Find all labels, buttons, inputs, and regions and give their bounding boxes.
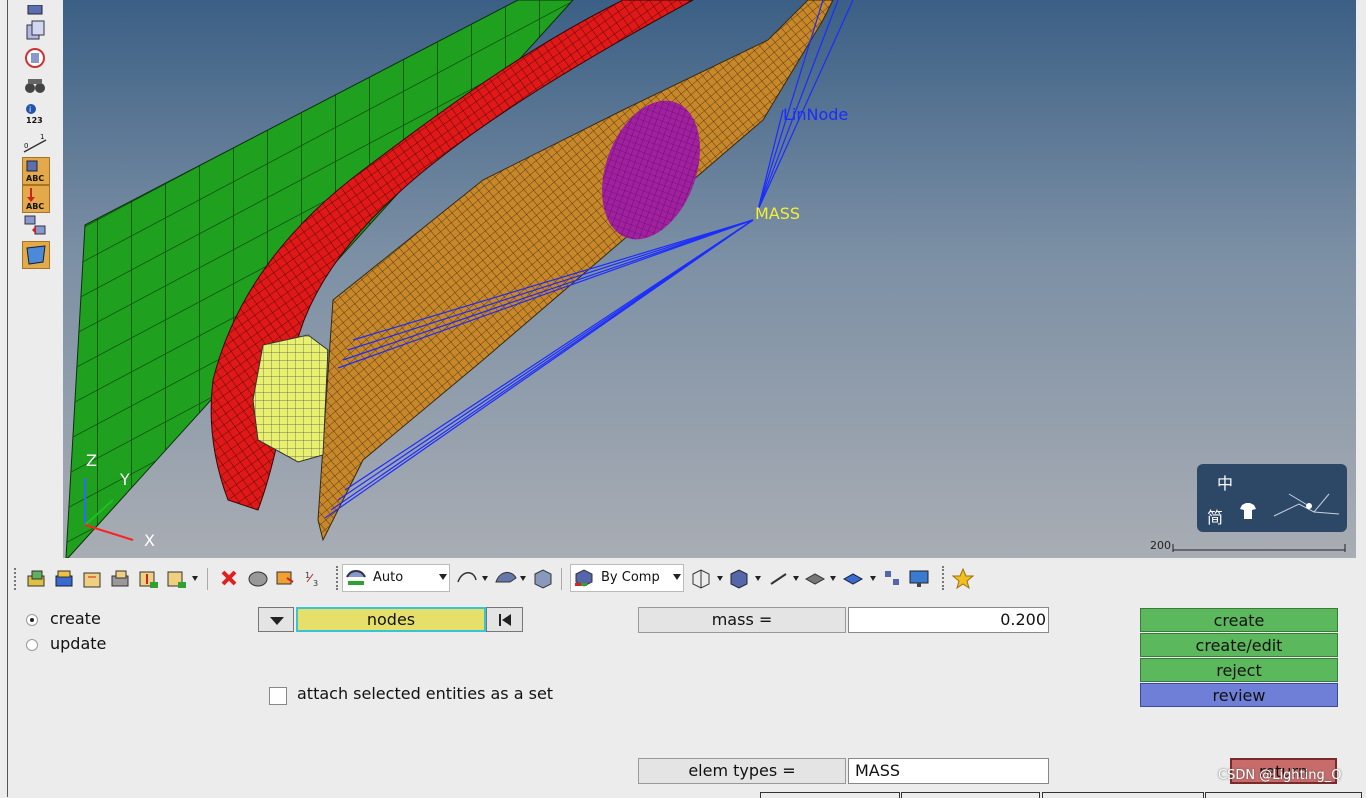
chevron-down-icon <box>673 574 681 580</box>
yellow-block <box>252 334 329 463</box>
set-icon[interactable] <box>166 568 186 588</box>
reverse-icon[interactable] <box>22 46 48 70</box>
line-dropdown-arrow[interactable] <box>793 576 799 581</box>
properties-icon[interactable] <box>110 568 130 588</box>
color-mode-value: By Comp <box>601 570 660 585</box>
bottom-tab-4[interactable] <box>1205 792 1362 798</box>
attach-set-checkbox[interactable] <box>269 687 287 705</box>
update-radio-label[interactable]: update <box>50 634 106 653</box>
reset-selection-button[interactable] <box>486 607 523 632</box>
plane-dropdown-arrow[interactable] <box>830 576 836 581</box>
elem-types-label[interactable]: elem types = <box>638 758 846 784</box>
mass-label: MASS <box>755 204 801 223</box>
create-radio-label[interactable]: create <box>50 609 101 628</box>
visualization-mode-select[interactable]: Auto <box>342 564 450 592</box>
flip-icon[interactable] <box>22 214 48 238</box>
mass-label[interactable]: mass = <box>638 607 846 633</box>
axis-x-label: X <box>144 531 155 550</box>
color-mode-select[interactable]: By Comp <box>570 564 684 592</box>
solid-display-icon[interactable] <box>532 568 552 589</box>
binoculars-icon[interactable] <box>22 74 48 98</box>
favorite-star-icon[interactable] <box>951 567 975 590</box>
wireframe-dropdown-arrow[interactable] <box>717 576 723 581</box>
toolbar-grip-2[interactable] <box>336 566 341 590</box>
element-display-icon[interactable] <box>882 568 902 588</box>
geometry-display-icon[interactable] <box>456 568 477 588</box>
scale-icon[interactable]: 01 <box>22 132 48 156</box>
bottom-tab-1[interactable] <box>760 792 900 798</box>
components-icon[interactable] <box>26 568 46 588</box>
geometry-dropdown-arrow[interactable] <box>482 576 488 581</box>
toolbar-separator-2 <box>561 568 562 590</box>
entity-type-dropdown[interactable] <box>258 607 294 632</box>
watermark-text: CSDN @Lighting_Q <box>1218 768 1342 783</box>
model-scene <box>65 0 1346 558</box>
toolbar-grip[interactable] <box>14 568 19 590</box>
svg-text:ABC: ABC <box>26 174 44 183</box>
mask-icon[interactable] <box>247 568 268 588</box>
linnode-label: LinNode <box>783 105 849 124</box>
svg-text:0: 0 <box>24 142 28 150</box>
set-dropdown-arrow[interactable] <box>192 576 198 581</box>
nodes-selector[interactable]: nodes <box>296 607 486 632</box>
shell-dropdown-arrow[interactable] <box>870 576 876 581</box>
main-toolbar: 13 Auto By Comp <box>8 560 1366 594</box>
load-collector-icon[interactable] <box>82 568 102 588</box>
svg-text:3: 3 <box>313 579 318 588</box>
reset-selection-icon <box>499 614 511 626</box>
surface-display-icon[interactable] <box>494 568 517 588</box>
triangle-down-icon <box>270 617 284 625</box>
mass-input[interactable]: 0.200 <box>848 607 1049 633</box>
svg-text:i: i <box>29 105 31 114</box>
shaded-mesh-icon[interactable] <box>728 568 748 589</box>
toolbar-separator <box>207 568 208 590</box>
update-radio[interactable] <box>26 639 38 651</box>
graphics-viewport[interactable]: LinNode MASS Z Y X 200 中 简 <box>63 0 1356 558</box>
left-toolbar: i 123 01 ABC ABC <box>0 0 63 797</box>
chevron-down-icon <box>439 574 447 580</box>
mesh-view-icon[interactable] <box>22 0 48 15</box>
find-attached-icon[interactable] <box>275 568 295 588</box>
ime-chinese-char[interactable]: 中 <box>1217 470 1233 494</box>
info-number-label: 123 <box>26 116 43 125</box>
ime-skin-art-icon <box>1269 484 1344 524</box>
plane-display-icon[interactable] <box>804 568 826 588</box>
toolbar-grip-3[interactable] <box>942 566 947 590</box>
monitor-icon[interactable] <box>908 568 929 588</box>
create-edit-button[interactable]: create/edit <box>1140 633 1338 657</box>
review-button[interactable]: review <box>1140 683 1338 707</box>
abc-down-icon[interactable]: ABC <box>22 185 50 213</box>
bottom-tab-3[interactable] <box>1042 792 1204 798</box>
shell-display-icon[interactable] <box>842 568 864 588</box>
svg-text:1: 1 <box>40 133 44 141</box>
display-icon[interactable] <box>22 19 48 43</box>
scale-bar <box>1172 544 1346 552</box>
loadsteps-icon[interactable] <box>138 568 158 588</box>
svg-text:ABC: ABC <box>26 202 44 211</box>
assemblies-icon[interactable] <box>54 568 74 588</box>
bottom-tab-2[interactable] <box>901 792 1040 798</box>
axis-y-label: Y <box>120 470 130 489</box>
shaded-dropdown-arrow[interactable] <box>755 576 761 581</box>
scale-value: 200 <box>1150 539 1171 552</box>
axis-z-label: Z <box>86 451 97 470</box>
create-button[interactable]: create <box>1140 608 1338 632</box>
create-radio[interactable] <box>26 614 38 626</box>
surface-dropdown-arrow[interactable] <box>520 576 526 581</box>
ime-status-widget[interactable]: 中 简 <box>1197 464 1347 532</box>
wireframe-icon[interactable] <box>690 568 710 589</box>
abc-label-icon[interactable]: ABC <box>22 157 50 185</box>
delete-icon[interactable] <box>219 568 239 588</box>
renumber-icon[interactable]: 13 <box>303 568 323 588</box>
attach-set-label[interactable]: attach selected entities as a set <box>297 684 553 703</box>
info-123-icon[interactable]: i 123 <box>22 102 48 126</box>
visualization-mode-value: Auto <box>373 570 404 585</box>
line-display-icon[interactable] <box>768 568 788 588</box>
shirt-icon[interactable] <box>1239 502 1257 520</box>
elem-types-input[interactable]: MASS <box>848 758 1049 784</box>
reject-button[interactable]: reject <box>1140 658 1338 682</box>
surface-icon[interactable] <box>22 241 50 269</box>
ime-simplified-char[interactable]: 简 <box>1207 504 1223 528</box>
